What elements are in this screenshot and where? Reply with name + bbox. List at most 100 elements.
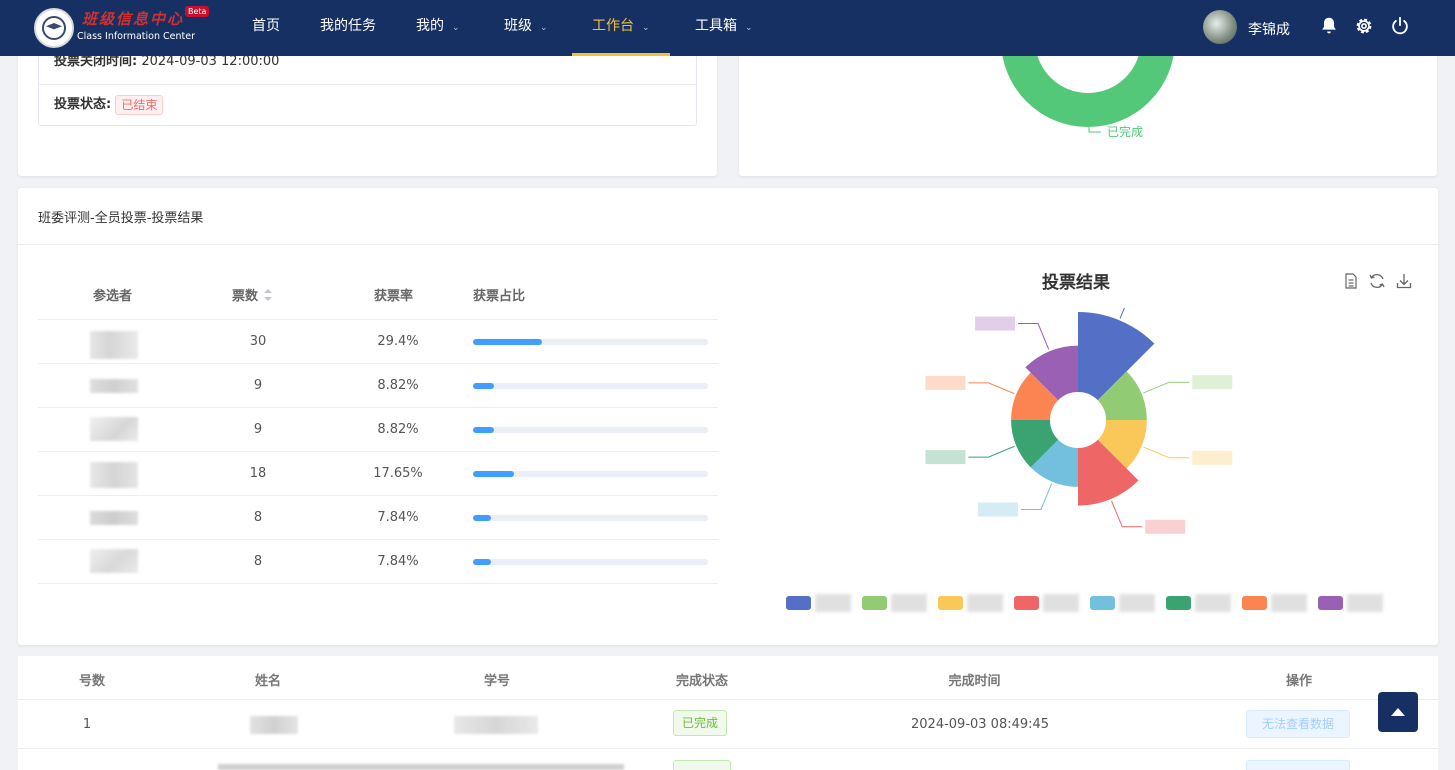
back-to-top-button[interactable]: [1378, 692, 1418, 732]
slice-label-blurred: [977, 502, 1018, 517]
ratio-bar: [473, 383, 708, 389]
completion-card: 已完成: [739, 40, 1437, 176]
label-line: [968, 445, 1015, 458]
row-blurred: [218, 764, 624, 770]
rate-cell: 8.82%: [377, 422, 419, 437]
row-line: [18, 748, 1438, 749]
legend-swatch[interactable]: [1318, 596, 1343, 610]
slice-label-blurred: [975, 316, 1016, 331]
col-status: 完成状态: [675, 674, 728, 689]
menu-class[interactable]: 班级 ⌄: [504, 0, 548, 56]
candidate-name-blurred: [90, 417, 138, 441]
refresh-icon[interactable]: [1368, 272, 1386, 290]
menu-label: 我的任务: [320, 18, 376, 34]
menu-home[interactable]: 首页: [252, 0, 280, 56]
ratio-bar: [473, 515, 708, 521]
chart-legend: [786, 592, 1406, 616]
status-badge: 已结束: [115, 94, 164, 115]
candidate-name-blurred: [90, 549, 138, 573]
col-votes[interactable]: 票数: [232, 285, 274, 304]
menu-label: 班级: [504, 18, 532, 34]
bell-icon[interactable]: [1318, 15, 1340, 37]
chevron-down-icon: ⌄: [452, 23, 460, 33]
row-line: [38, 363, 718, 364]
menu-toolbox[interactable]: 工具箱 ⌄: [695, 0, 753, 56]
legend-swatch[interactable]: [862, 596, 887, 610]
slice-label-blurred: [925, 375, 966, 390]
votes-cell: 8: [253, 510, 263, 525]
legend-swatch[interactable]: [1090, 596, 1115, 610]
table-header-line: [38, 319, 718, 320]
legend-swatch[interactable]: [1014, 596, 1039, 610]
label-line: [1111, 500, 1143, 528]
download-icon[interactable]: [1395, 272, 1413, 290]
menu-label: 工具箱: [695, 18, 737, 34]
legend-label-blurred: [891, 594, 927, 612]
menu-workbench[interactable]: 工作台 ⌄: [572, 0, 670, 56]
avatar[interactable]: [1203, 10, 1237, 44]
legend-label-blurred: [967, 594, 1003, 612]
gear-icon[interactable]: [1353, 15, 1375, 37]
brand-title-cn: 班级信息中心: [82, 10, 185, 28]
status-label: 投票状态:: [54, 97, 112, 112]
label-line: [1119, 308, 1125, 319]
legend-swatch[interactable]: [786, 596, 811, 610]
legend-swatch[interactable]: [938, 596, 963, 610]
row-line: [38, 495, 718, 496]
menu-mine[interactable]: 我的 ⌄: [416, 0, 460, 56]
vote-info-card: 投票关闭时间: 2024-09-03 12:00:00 投票状态: 已结束: [18, 40, 717, 176]
col-rate: 获票率: [374, 289, 414, 304]
rate-cell: 7.84%: [377, 554, 419, 569]
col-time: 完成时间: [948, 674, 1001, 689]
votes-cell: 9: [253, 378, 263, 393]
view-data-button-partial[interactable]: [1246, 760, 1350, 770]
legend-swatch[interactable]: [1166, 596, 1191, 610]
close-time-label: 投票关闭时间:: [54, 54, 138, 69]
chevron-down-icon: ⌄: [745, 23, 753, 33]
label-line: [1143, 446, 1190, 459]
legend-label-blurred: [1119, 594, 1155, 612]
candidate-name-blurred: [90, 331, 138, 359]
col-action: 操作: [1285, 674, 1312, 689]
beta-badge: Beta: [185, 6, 210, 17]
col-name: 姓名: [254, 674, 281, 689]
vote-result-card: 班委评测-全员投票-投票结果 参选者 票数 获票率 获票占比 30 29.4% …: [18, 188, 1438, 645]
result-section-title: 班委评测-全员投票-投票结果: [38, 211, 204, 226]
no-cell: 1: [82, 717, 92, 732]
col-candidate: 参选者: [93, 289, 133, 304]
student-id-blurred: [454, 716, 538, 734]
view-data-button[interactable]: 无法查看数据: [1246, 710, 1351, 738]
label-line: [1143, 381, 1190, 394]
school-logo[interactable]: [34, 8, 74, 48]
ratio-bar-fill: [473, 471, 515, 477]
header-line: [18, 699, 1438, 700]
label-line: [1020, 483, 1053, 511]
row-line: [38, 583, 718, 584]
col-votes-label: 票数: [232, 289, 259, 304]
status-row: 投票状态: 已结束: [39, 84, 696, 126]
brand-title-en: Class Information Center: [77, 31, 195, 42]
row-line: [38, 539, 718, 540]
ratio-bar: [473, 339, 708, 345]
status-badge: 已完成: [673, 710, 728, 736]
label-line: [1018, 323, 1050, 350]
section-divider: [18, 244, 1438, 245]
candidate-name-blurred: [90, 511, 138, 525]
username[interactable]: 李锦成: [1248, 19, 1290, 39]
completed-label: 已完成: [1107, 124, 1143, 139]
menu-label: 首页: [252, 18, 280, 34]
power-icon[interactable]: [1389, 15, 1411, 37]
ratio-bar-fill: [473, 383, 494, 389]
menu-my-tasks[interactable]: 我的任务: [320, 0, 376, 56]
sort-icon[interactable]: [262, 288, 274, 302]
ratio-bar-fill: [473, 515, 492, 521]
col-ratio: 获票占比: [473, 289, 526, 304]
time-cell: 2024-09-03 08:49:45: [911, 717, 1050, 732]
legend-swatch[interactable]: [1242, 596, 1267, 610]
top-navbar: 班级信息中心 Beta Class Information Center 首页 …: [0, 0, 1455, 56]
col-student-id: 学号: [483, 674, 510, 689]
label-line: [968, 382, 1015, 395]
candidate-name-blurred: [90, 379, 138, 393]
data-view-icon[interactable]: [1342, 272, 1360, 290]
rate-cell: 8.82%: [377, 378, 419, 393]
